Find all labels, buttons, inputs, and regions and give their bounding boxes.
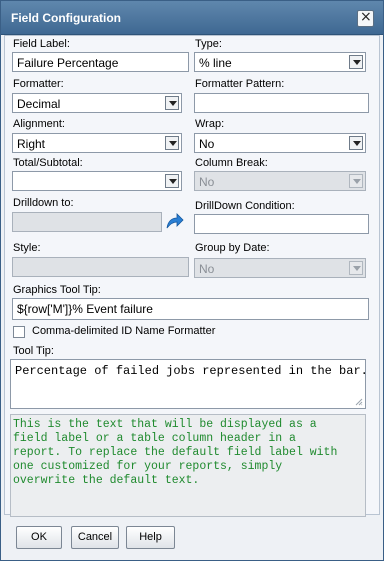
ok-button[interactable]: OK: [16, 526, 62, 549]
help-text-line: field label or a table column header in …: [13, 432, 296, 445]
chevron-down-icon: [349, 261, 363, 275]
drilldown-condition-input[interactable]: [194, 214, 369, 234]
column-break-select: No: [194, 171, 366, 191]
field-label-label: Field Label:: [13, 38, 70, 50]
group-by-date-select: No: [194, 258, 366, 278]
chevron-down-icon[interactable]: [349, 55, 363, 69]
total-subtotal-label: Total/Subtotal:: [13, 157, 83, 169]
drilldown-to-input: [12, 212, 162, 232]
comma-formatter-checkbox[interactable]: [13, 326, 25, 338]
wrap-label: Wrap:: [195, 118, 225, 130]
formatter-value: Decimal: [17, 97, 61, 111]
total-subtotal-select[interactable]: [12, 171, 182, 191]
title-bar[interactable]: Field Configuration ×: [1, 1, 383, 35]
formatter-label: Formatter:: [13, 78, 64, 90]
chevron-down-icon[interactable]: [165, 96, 179, 110]
cancel-button[interactable]: Cancel: [71, 526, 119, 549]
tooltip-label: Tool Tip:: [13, 345, 54, 357]
graphics-tooltip-value: ${row['M']}% Event failure: [17, 302, 153, 316]
wrap-select[interactable]: No: [194, 133, 366, 153]
alignment-select[interactable]: Right: [12, 133, 182, 153]
style-input: [12, 257, 189, 277]
chevron-down-icon[interactable]: [165, 174, 179, 188]
help-text-line: This is the text that will be displayed …: [13, 418, 317, 431]
help-text-line: overwrite the default text.: [13, 474, 200, 487]
drilldown-condition-label: DrillDown Condition:: [195, 200, 295, 212]
tooltip-value: Percentage of failed jobs represented in…: [15, 364, 368, 378]
help-button[interactable]: Help: [126, 526, 175, 549]
group-by-date-value: No: [199, 262, 215, 276]
field-configuration-dialog: Field Configuration × Field Label: Failu…: [0, 0, 384, 561]
type-label: Type:: [195, 38, 222, 50]
style-label: Style:: [13, 242, 41, 254]
column-break-label: Column Break:: [195, 157, 268, 169]
field-label-value: Failure Percentage: [17, 56, 119, 70]
alignment-label: Alignment:: [13, 118, 65, 130]
formatter-pattern-input[interactable]: [194, 93, 369, 113]
formatter-select[interactable]: Decimal: [12, 93, 182, 113]
chevron-down-icon[interactable]: [165, 136, 179, 150]
field-label-input[interactable]: Failure Percentage: [12, 52, 189, 72]
help-text-panel: This is the text that will be displayed …: [10, 414, 366, 517]
drilldown-to-label: Drilldown to:: [13, 197, 74, 209]
column-break-value: No: [199, 175, 215, 189]
close-icon: ×: [360, 9, 372, 25]
group-by-date-label: Group by Date:: [195, 242, 270, 254]
chevron-down-icon: [349, 174, 363, 188]
type-select[interactable]: % line: [194, 52, 366, 72]
wrap-value: No: [199, 137, 215, 151]
graphics-tooltip-label: Graphics Tool Tip:: [13, 284, 101, 296]
alignment-value: Right: [17, 137, 46, 151]
comma-formatter-label[interactable]: Comma-delimited ID Name Formatter: [32, 325, 215, 337]
drilldown-arrow-icon[interactable]: [164, 211, 184, 231]
help-text-line: report. To replace the default field lab…: [13, 446, 338, 459]
graphics-tooltip-input[interactable]: ${row['M']}% Event failure: [12, 298, 369, 320]
formatter-pattern-label: Formatter Pattern:: [195, 78, 285, 90]
type-value: % line: [199, 56, 232, 70]
chevron-down-icon[interactable]: [349, 136, 363, 150]
help-text-line: one customized for your reports, simply: [13, 460, 283, 473]
dialog-title: Field Configuration: [11, 11, 121, 25]
resize-grip-icon[interactable]: [355, 398, 363, 406]
close-button[interactable]: ×: [357, 9, 374, 27]
tooltip-textarea[interactable]: Percentage of failed jobs represented in…: [10, 359, 368, 409]
